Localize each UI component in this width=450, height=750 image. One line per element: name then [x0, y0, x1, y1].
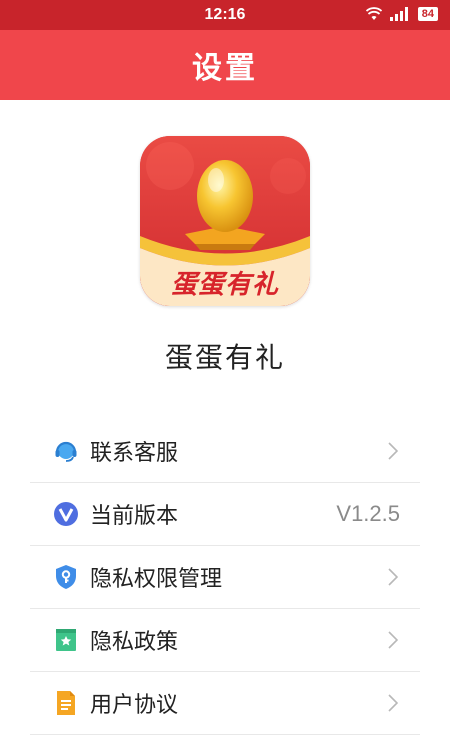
- document-icon: [52, 689, 80, 717]
- chevron-right-icon: [388, 694, 398, 712]
- wifi-icon: [365, 7, 382, 20]
- version-number: V1.2.5: [336, 501, 400, 526]
- current-version-row: 当前版本 V1.2.5: [30, 483, 420, 546]
- shield-key-icon: [52, 563, 80, 591]
- page-title: 设置: [192, 51, 258, 86]
- menu-label: 用户协议: [90, 693, 179, 718]
- status-bar: 12:16 84: [0, 0, 450, 30]
- contact-support-row[interactable]: 联系客服: [30, 420, 420, 483]
- page-header: 设置: [0, 30, 450, 100]
- status-icons: 84: [365, 7, 438, 21]
- menu-label: 联系客服: [90, 441, 179, 466]
- signal-icon: [389, 7, 408, 21]
- app-logo-text: 蛋蛋有礼: [170, 270, 279, 300]
- menu-label: 隐私政策: [90, 630, 179, 655]
- app-logo: 蛋蛋有礼: [140, 136, 310, 306]
- chevron-right-icon: [388, 568, 398, 586]
- settings-list: 联系客服 当前版本 V1.2.5 隐私权限管理 隐私政策 用户协议: [0, 420, 450, 735]
- menu-label: 当前版本: [90, 504, 179, 529]
- menu-label: 隐私权限管理: [90, 567, 223, 592]
- app-name: 蛋蛋有礼: [164, 341, 285, 374]
- battery-level: 84: [417, 7, 438, 21]
- bookmark-star-icon: [52, 626, 80, 654]
- chevron-right-icon: [388, 442, 398, 460]
- version-icon: [52, 500, 80, 528]
- user-agreement-row[interactable]: 用户协议: [30, 672, 420, 735]
- chevron-right-icon: [388, 631, 398, 649]
- customer-service-icon: [52, 437, 80, 465]
- app-info: 蛋蛋有礼 蛋蛋有礼: [0, 136, 450, 376]
- privacy-permissions-row[interactable]: 隐私权限管理: [30, 546, 420, 609]
- privacy-policy-row[interactable]: 隐私政策: [30, 609, 420, 672]
